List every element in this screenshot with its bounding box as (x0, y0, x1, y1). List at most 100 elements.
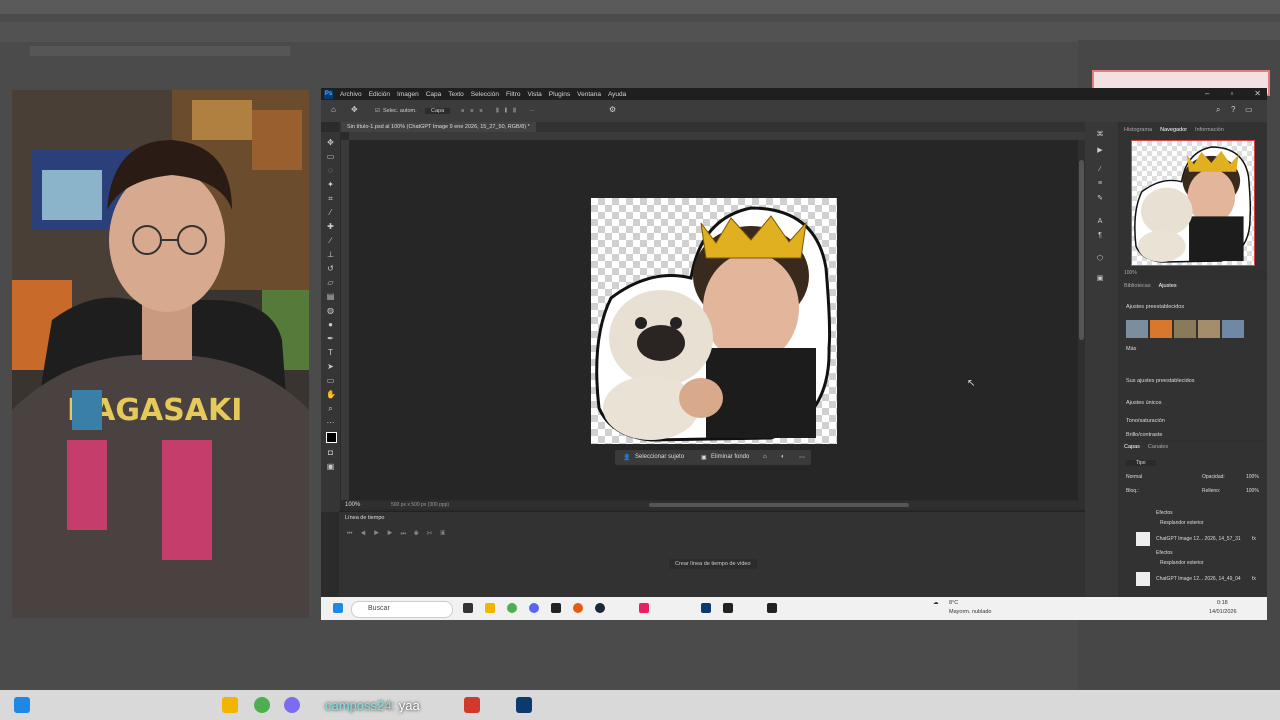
blend-mode-select[interactable]: Normal (1126, 474, 1142, 480)
single-adjustments[interactable]: Ajustes únicos (1126, 400, 1161, 406)
adjust-icon[interactable]: ◐ (781, 454, 785, 460)
more-tools-icon[interactable]: ⋯ (326, 418, 335, 427)
discord-icon[interactable] (529, 603, 539, 613)
tab-adjustments[interactable]: Ajustes (1159, 283, 1177, 289)
play-icon[interactable]: ▶ (1095, 146, 1105, 154)
preset-3[interactable] (1174, 320, 1196, 338)
create-timeline-button[interactable]: Crear línea de tiempo de vídeo (669, 559, 757, 569)
tab-libraries[interactable]: Bibliotecas (1124, 283, 1151, 289)
tiktok-icon[interactable] (639, 603, 649, 613)
history-icon[interactable]: ⌘ (1095, 130, 1105, 138)
3d-icon[interactable]: ⬡ (1095, 254, 1105, 262)
steam-icon[interactable] (595, 603, 605, 613)
move-icon[interactable]: ✥ (326, 138, 335, 147)
preset-4[interactable] (1198, 320, 1220, 338)
home-icon[interactable]: ⌂ (331, 105, 336, 114)
hand-icon[interactable]: ✋ (326, 390, 336, 399)
capcut-2-icon[interactable] (767, 603, 777, 613)
marquee-icon[interactable]: ▭ (326, 152, 335, 161)
horizontal-scrollbar[interactable] (349, 501, 1085, 509)
tab-channels[interactable]: Canales (1148, 444, 1168, 450)
vertical-scrollbar[interactable] (1078, 140, 1085, 500)
layer-name[interactable]: ChatGPT Image 12... 2026, 14_57_31 (1156, 536, 1241, 542)
layer-fx-icon[interactable]: fx (1252, 536, 1256, 542)
clock-time[interactable]: 0:18 (1217, 600, 1228, 606)
brightness-contrast[interactable]: Brillo/contraste (1126, 432, 1162, 438)
workspace-icon[interactable]: ▭ (1245, 105, 1253, 114)
hue-saturation[interactable]: Tono/saturación (1126, 418, 1165, 424)
menu-imagen[interactable]: Imagen (397, 91, 419, 98)
menu-ayuda[interactable]: Ayuda (608, 91, 626, 98)
layer-thumbnail[interactable] (1136, 572, 1150, 586)
capcut-icon[interactable] (723, 603, 733, 613)
path-select-icon[interactable]: ➤ (326, 362, 335, 371)
zoom-level[interactable]: 100% (345, 502, 360, 508)
weather-icon[interactable]: ☁ (933, 600, 939, 606)
task-view-icon[interactable] (463, 603, 473, 613)
magic-wand-icon[interactable]: ✦ (326, 180, 335, 189)
eyedropper-icon[interactable]: ⁄ (326, 208, 335, 217)
gradient-icon[interactable]: ▤ (326, 292, 335, 301)
tab-info[interactable]: Información (1195, 127, 1224, 133)
app-icon[interactable] (551, 603, 561, 613)
menu-ventana[interactable]: Ventana (577, 91, 601, 98)
your-presets[interactable]: Sus ajustes preestablecidos (1126, 378, 1194, 384)
healing-icon[interactable]: ✚ (326, 222, 335, 231)
presets-title[interactable]: Ajustes preestablecidos (1126, 304, 1184, 310)
layer-thumbnail[interactable] (1136, 532, 1150, 546)
maximize-icon[interactable]: ▫ (1230, 89, 1233, 98)
menu-vista[interactable]: Vista (527, 91, 541, 98)
tab-histogram[interactable]: Histograma (1124, 127, 1152, 133)
shape-icon[interactable]: ▭ (326, 376, 335, 385)
preset-5[interactable] (1222, 320, 1244, 338)
navigator-zoom[interactable]: 100% (1124, 270, 1266, 276)
timeline-controls[interactable]: ⏮◀▶▶⏭◉✂▣ (347, 531, 453, 538)
layer-select[interactable]: Capa (425, 108, 451, 114)
preset-2[interactable] (1150, 320, 1172, 338)
dodge-icon[interactable]: ● (326, 320, 335, 329)
weather-text[interactable]: Mayorm. nublado (949, 609, 992, 615)
lasso-icon[interactable]: ◌ (326, 166, 335, 175)
navigator-thumbnail[interactable] (1131, 140, 1255, 266)
more-presets-label[interactable]: Más (1126, 346, 1136, 352)
menu-filtro[interactable]: Filtro (506, 91, 520, 98)
opacity-value[interactable]: 100% (1246, 474, 1259, 480)
blur-icon[interactable]: ◍ (326, 306, 335, 315)
screen-mode-icon[interactable]: ▣ (326, 462, 335, 471)
horizontal-scroll-thumb[interactable] (649, 503, 909, 507)
mask-icon[interactable]: ⌂ (763, 454, 767, 460)
move-tool-icon[interactable]: ✥ (351, 105, 358, 114)
zoom-icon[interactable]: ⌕ (326, 404, 335, 413)
foreground-color-icon[interactable] (326, 432, 337, 443)
menu-archivo[interactable]: Archivo (340, 91, 362, 98)
help-icon[interactable]: ? (1231, 105, 1235, 114)
tab-navigator[interactable]: Navegador (1160, 127, 1187, 133)
layer-kind-filter[interactable]: Tipo (1126, 460, 1156, 466)
select-subject-button[interactable]: Seleccionar sujeto (635, 454, 684, 460)
brushes-icon[interactable]: ✎ (1095, 194, 1105, 202)
eraser-icon[interactable]: ▱ (326, 278, 335, 287)
tab-layers[interactable]: Capas (1124, 444, 1140, 450)
menu-edicion[interactable]: Edición (369, 91, 390, 98)
gear-icon[interactable]: ⚙ (609, 105, 616, 114)
start-button[interactable] (333, 603, 343, 613)
firefox-icon[interactable] (573, 603, 583, 613)
remove-background-button[interactable]: Eliminar fondo (711, 454, 749, 460)
document-tab[interactable]: Sin título-1.psd al 100% (ChatGPT Image … (341, 122, 536, 132)
fill-value[interactable]: 100% (1246, 488, 1259, 494)
photoshop-taskbar-icon[interactable] (701, 603, 711, 613)
history-brush-icon[interactable]: ↺ (326, 264, 335, 273)
character-icon[interactable]: A (1095, 218, 1105, 226)
type-icon[interactable]: T (326, 348, 335, 357)
quick-mask-icon[interactable]: ◘ (326, 448, 335, 457)
document-image[interactable] (591, 198, 837, 444)
menu-texto[interactable]: Texto (448, 91, 464, 98)
pen-icon[interactable]: ✒ (326, 334, 335, 343)
search-icon[interactable]: ⌕ (1216, 105, 1220, 115)
image-panel-icon[interactable]: ▣ (1095, 274, 1105, 282)
paragraph-icon[interactable]: ¶ (1095, 232, 1105, 240)
taskbar-search[interactable]: Buscar (351, 601, 453, 618)
menu-capa[interactable]: Capa (426, 91, 442, 98)
auto-select-checkbox[interactable]: ☑ (375, 108, 380, 114)
layer-fx-icon[interactable]: fx (1252, 576, 1256, 582)
